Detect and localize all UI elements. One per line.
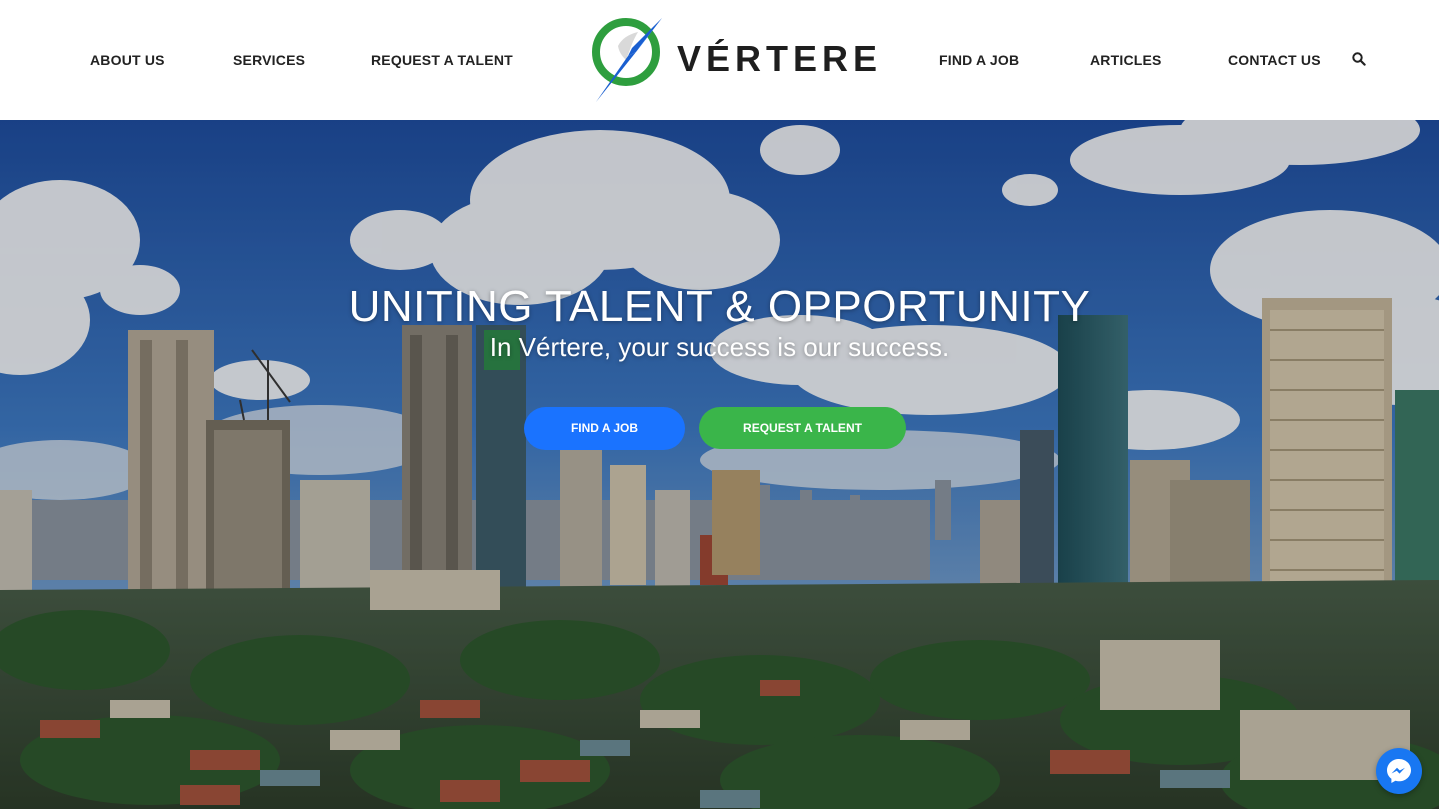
vertere-logo[interactable]: VÉRTERE bbox=[592, 16, 877, 104]
hero-title: UNITING TALENT & OPPORTUNITY bbox=[348, 282, 1091, 331]
nav-find-job[interactable]: FIND A JOB bbox=[939, 52, 1019, 68]
nav-request-talent[interactable]: REQUEST A TALENT bbox=[371, 52, 513, 68]
find-job-button[interactable]: FIND A JOB bbox=[524, 407, 685, 450]
messenger-chat-button[interactable] bbox=[1376, 748, 1422, 794]
nav-services[interactable]: SERVICES bbox=[233, 52, 305, 68]
search-icon[interactable] bbox=[1352, 52, 1368, 68]
logo-mark-icon bbox=[592, 18, 662, 102]
city-skyline-background bbox=[0, 120, 1439, 809]
request-talent-button[interactable]: REQUEST A TALENT bbox=[699, 407, 906, 449]
nav-articles[interactable]: ARTICLES bbox=[1090, 52, 1162, 68]
hero-section: UNITING TALENT & OPPORTUNITY In Vértere,… bbox=[0, 120, 1439, 809]
nav-about-us[interactable]: ABOUT US bbox=[90, 52, 165, 68]
logo-wordmark: VÉRTERE bbox=[677, 38, 883, 79]
messenger-icon bbox=[1387, 759, 1411, 783]
site-header: ABOUT US SERVICES REQUEST A TALENT VÉRTE… bbox=[0, 0, 1439, 120]
nav-contact-us[interactable]: CONTACT US bbox=[1228, 52, 1321, 68]
hero-subtitle: In Vértere, your success is our success. bbox=[489, 332, 950, 362]
